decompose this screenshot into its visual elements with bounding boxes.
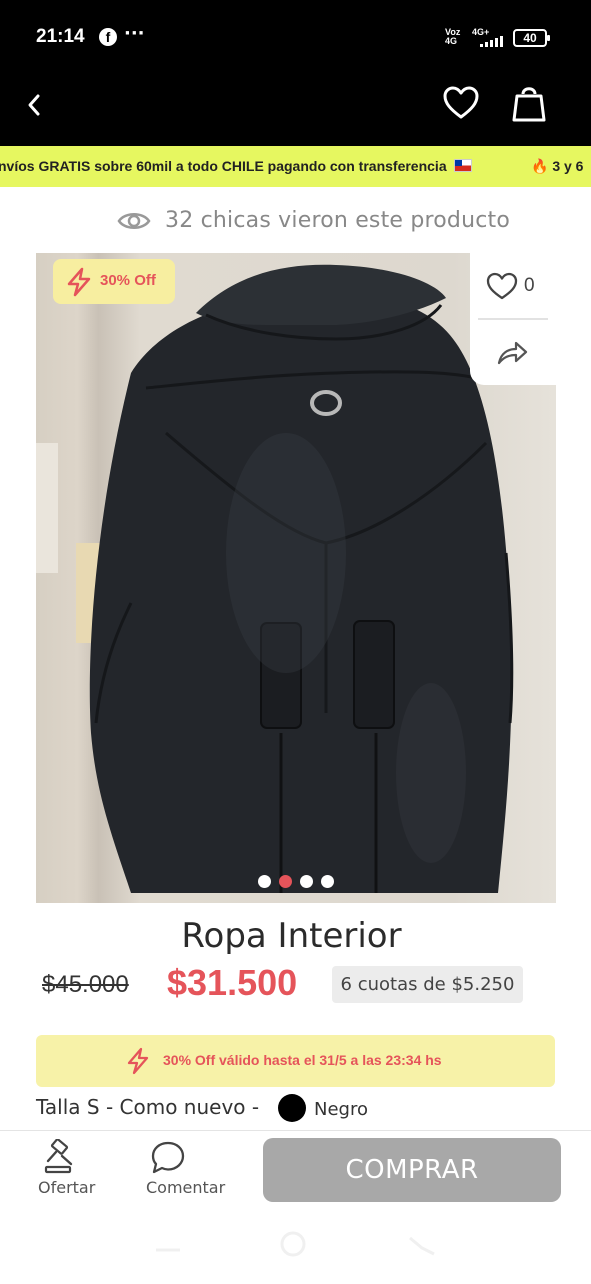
discount-badge-text: 30% Off: [100, 272, 156, 289]
back-icon: [409, 1236, 435, 1256]
facebook-icon: f: [99, 28, 117, 46]
eye-icon: [117, 213, 151, 229]
offer-validity-bar: 30% Off válido hasta el 31/5 a las 23:34…: [36, 1035, 555, 1087]
offer-validity-text: 30% Off válido hasta el 31/5 a las 23:34…: [163, 1052, 442, 1068]
more-notifications-icon: ···: [124, 23, 145, 44]
signal-strength-icon: [480, 36, 503, 47]
lightning-icon: [127, 1047, 149, 1075]
offer-action[interactable]: Ofertar: [30, 1131, 100, 1211]
share-icon[interactable]: [496, 337, 528, 367]
heart-outline-icon[interactable]: [486, 271, 518, 301]
status-bar: 21:14 f ··· Voz 4G 4G+ 40: [0, 0, 591, 76]
carousel-dot[interactable]: [300, 875, 313, 888]
system-navigation-bar: [0, 1210, 591, 1280]
gavel-icon: [44, 1139, 73, 1174]
discount-badge: 30% Off: [53, 259, 175, 304]
views-counter: 32 chicas vieron este producto: [0, 203, 591, 239]
buy-button[interactable]: COMPRAR: [263, 1138, 561, 1202]
lightning-icon: [67, 267, 91, 297]
like-count: 0: [524, 275, 535, 296]
image-carousel-indicator: [0, 875, 591, 889]
battery-icon: 40: [513, 29, 550, 47]
top-navigation-bar: [0, 76, 591, 146]
promo-text: nvíos GRATIS sobre 60mil a todo CHILE pa…: [0, 158, 447, 174]
size-condition-text: Talla S - Como nuevo -: [36, 1095, 260, 1119]
comment-label: Comentar: [146, 1178, 226, 1197]
offer-label: Ofertar: [38, 1178, 96, 1197]
carousel-dot[interactable]: [321, 875, 334, 888]
carousel-dot[interactable]: [258, 875, 271, 888]
installments-badge: 6 cuotas de $5.250: [332, 966, 523, 1003]
network-4g-label: 4G: [445, 36, 458, 46]
color-swatch: [278, 1094, 306, 1122]
chevron-left-icon[interactable]: [20, 90, 50, 120]
shopping-bag-icon[interactable]: [510, 82, 548, 124]
bottom-action-bar: Ofertar Comentar COMPRAR: [0, 1130, 591, 1210]
comment-action[interactable]: Comentar: [140, 1131, 230, 1211]
comment-bubble-icon: [151, 1141, 185, 1174]
system-nav-icons: [156, 1231, 435, 1257]
discounted-price: $31.500: [167, 962, 298, 1003]
heart-icon[interactable]: [442, 84, 480, 122]
promo-banner: nvíos GRATIS sobre 60mil a todo CHILE pa…: [0, 146, 591, 187]
promo-banner-next-text: 🔥 3 y 6: [531, 158, 584, 174]
panel-divider: [478, 318, 548, 320]
status-time: 21:14: [36, 26, 85, 47]
carousel-dot-active[interactable]: [279, 875, 292, 888]
product-title: Ropa Interior: [181, 916, 402, 956]
network-type-indicator: Voz 4G: [445, 28, 460, 46]
home-icon: [280, 1231, 306, 1257]
product-actions-panel: 0: [470, 253, 556, 385]
views-text: 32 chicas vieron este producto: [165, 208, 511, 233]
original-price: $45.000: [42, 971, 129, 998]
chile-flag-icon: [453, 159, 472, 172]
promo-banner-text: nvíos GRATIS sobre 60mil a todo CHILE pa…: [0, 158, 472, 174]
color-name: Negro: [314, 1099, 368, 1120]
